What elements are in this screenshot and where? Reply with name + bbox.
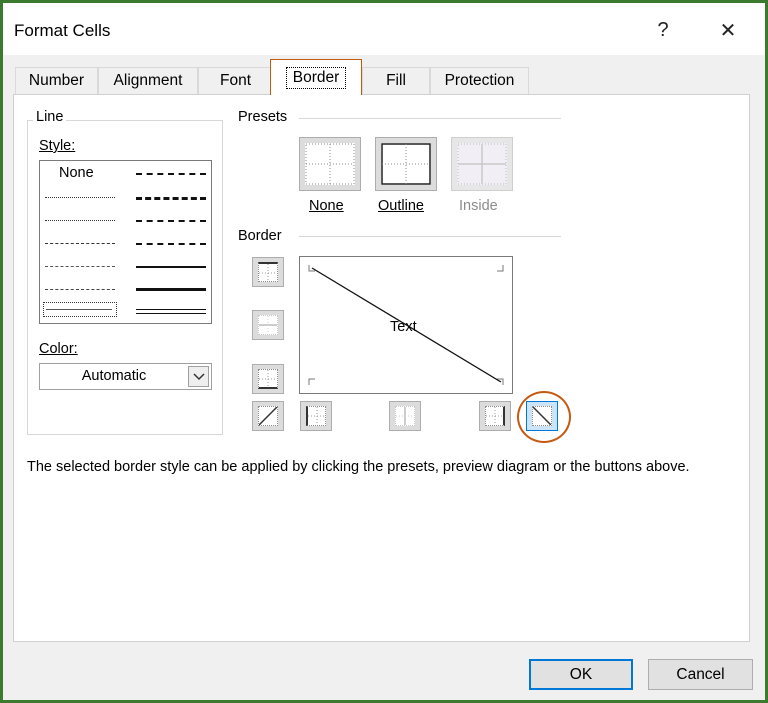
border-inside-vertical-button[interactable]	[389, 401, 421, 431]
format-cells-dialog: Format Cells ? ✕ Number Alignment Font B…	[0, 0, 768, 703]
border-inside-vertical-icon	[395, 406, 415, 426]
tab-number[interactable]: Number	[15, 67, 98, 94]
style-thin-selected-option[interactable]	[43, 302, 117, 317]
preset-outline-icon	[381, 143, 431, 185]
style-label: Style:	[39, 138, 76, 154]
style-none-option[interactable]: None	[59, 165, 94, 181]
preview-sample-text: Text	[390, 319, 417, 335]
border-divider	[299, 236, 561, 237]
border-inside-horizontal-button[interactable]	[252, 310, 284, 340]
style-medium-dash-dot-option[interactable]	[136, 220, 206, 222]
style-double-option[interactable]	[136, 309, 206, 314]
preset-outline-button[interactable]	[375, 137, 437, 191]
border-bottom-icon	[258, 369, 278, 389]
help-button[interactable]: ?	[643, 13, 683, 47]
border-right-icon	[485, 406, 505, 426]
presets-divider	[299, 118, 561, 119]
style-slanted-dash-dot-option[interactable]	[136, 197, 206, 200]
preset-outline-label: Outline	[378, 198, 424, 214]
title-bar: Format Cells ? ✕	[3, 3, 765, 55]
border-preview[interactable]: Text	[299, 256, 513, 394]
style-dash-dot-dot-option[interactable]	[45, 243, 115, 244]
style-dashed-option[interactable]	[45, 289, 115, 290]
close-button[interactable]: ✕	[708, 13, 748, 47]
preset-inside-icon	[457, 143, 507, 185]
line-style-list[interactable]: None	[39, 160, 212, 324]
cancel-button[interactable]: Cancel	[648, 659, 753, 690]
dialog-title: Format Cells	[14, 21, 111, 40]
border-bottom-button[interactable]	[252, 364, 284, 394]
diagonal-down-highlight	[517, 391, 571, 443]
border-right-button[interactable]	[479, 401, 511, 431]
preset-none-button[interactable]	[299, 137, 361, 191]
preset-none-icon	[305, 143, 355, 185]
diagonal-up-icon	[258, 406, 278, 426]
description-text: The selected border style can be applied…	[27, 459, 690, 475]
style-hairline-option[interactable]	[45, 197, 115, 198]
color-label: Color:	[39, 341, 78, 357]
tab-border-label: Border	[285, 66, 347, 89]
border-diagonal-up-button[interactable]	[252, 401, 284, 431]
border-left-icon	[306, 406, 326, 426]
style-medium-dashed-option[interactable]	[136, 243, 206, 245]
chevron-down-icon[interactable]	[188, 366, 209, 387]
tab-fill[interactable]: Fill	[362, 67, 430, 94]
tab-border[interactable]: Border	[270, 59, 362, 95]
tab-protection[interactable]: Protection	[430, 67, 529, 94]
tab-alignment[interactable]: Alignment	[98, 67, 198, 94]
style-dotted-option[interactable]	[45, 220, 115, 221]
line-group-label: Line	[33, 109, 67, 125]
color-dropdown[interactable]: Automatic	[39, 363, 212, 390]
border-group-label: Border	[238, 228, 282, 244]
border-top-button[interactable]	[252, 257, 284, 287]
border-left-button[interactable]	[300, 401, 332, 431]
tab-font[interactable]: Font	[198, 67, 273, 94]
border-top-icon	[258, 262, 278, 282]
preset-inside-label: Inside	[459, 198, 498, 214]
ok-button[interactable]: OK	[529, 659, 633, 690]
presets-group-label: Presets	[238, 109, 288, 125]
style-dash-dot-option[interactable]	[45, 266, 115, 267]
border-inside-horizontal-icon	[258, 315, 278, 335]
color-dropdown-value: Automatic	[81, 368, 147, 384]
style-medium-option[interactable]	[136, 266, 206, 268]
preset-none-label: None	[309, 198, 344, 214]
style-thick-option[interactable]	[136, 288, 206, 291]
preset-inside-button[interactable]	[451, 137, 513, 191]
style-medium-dash-dot-dot-option[interactable]	[136, 173, 206, 175]
